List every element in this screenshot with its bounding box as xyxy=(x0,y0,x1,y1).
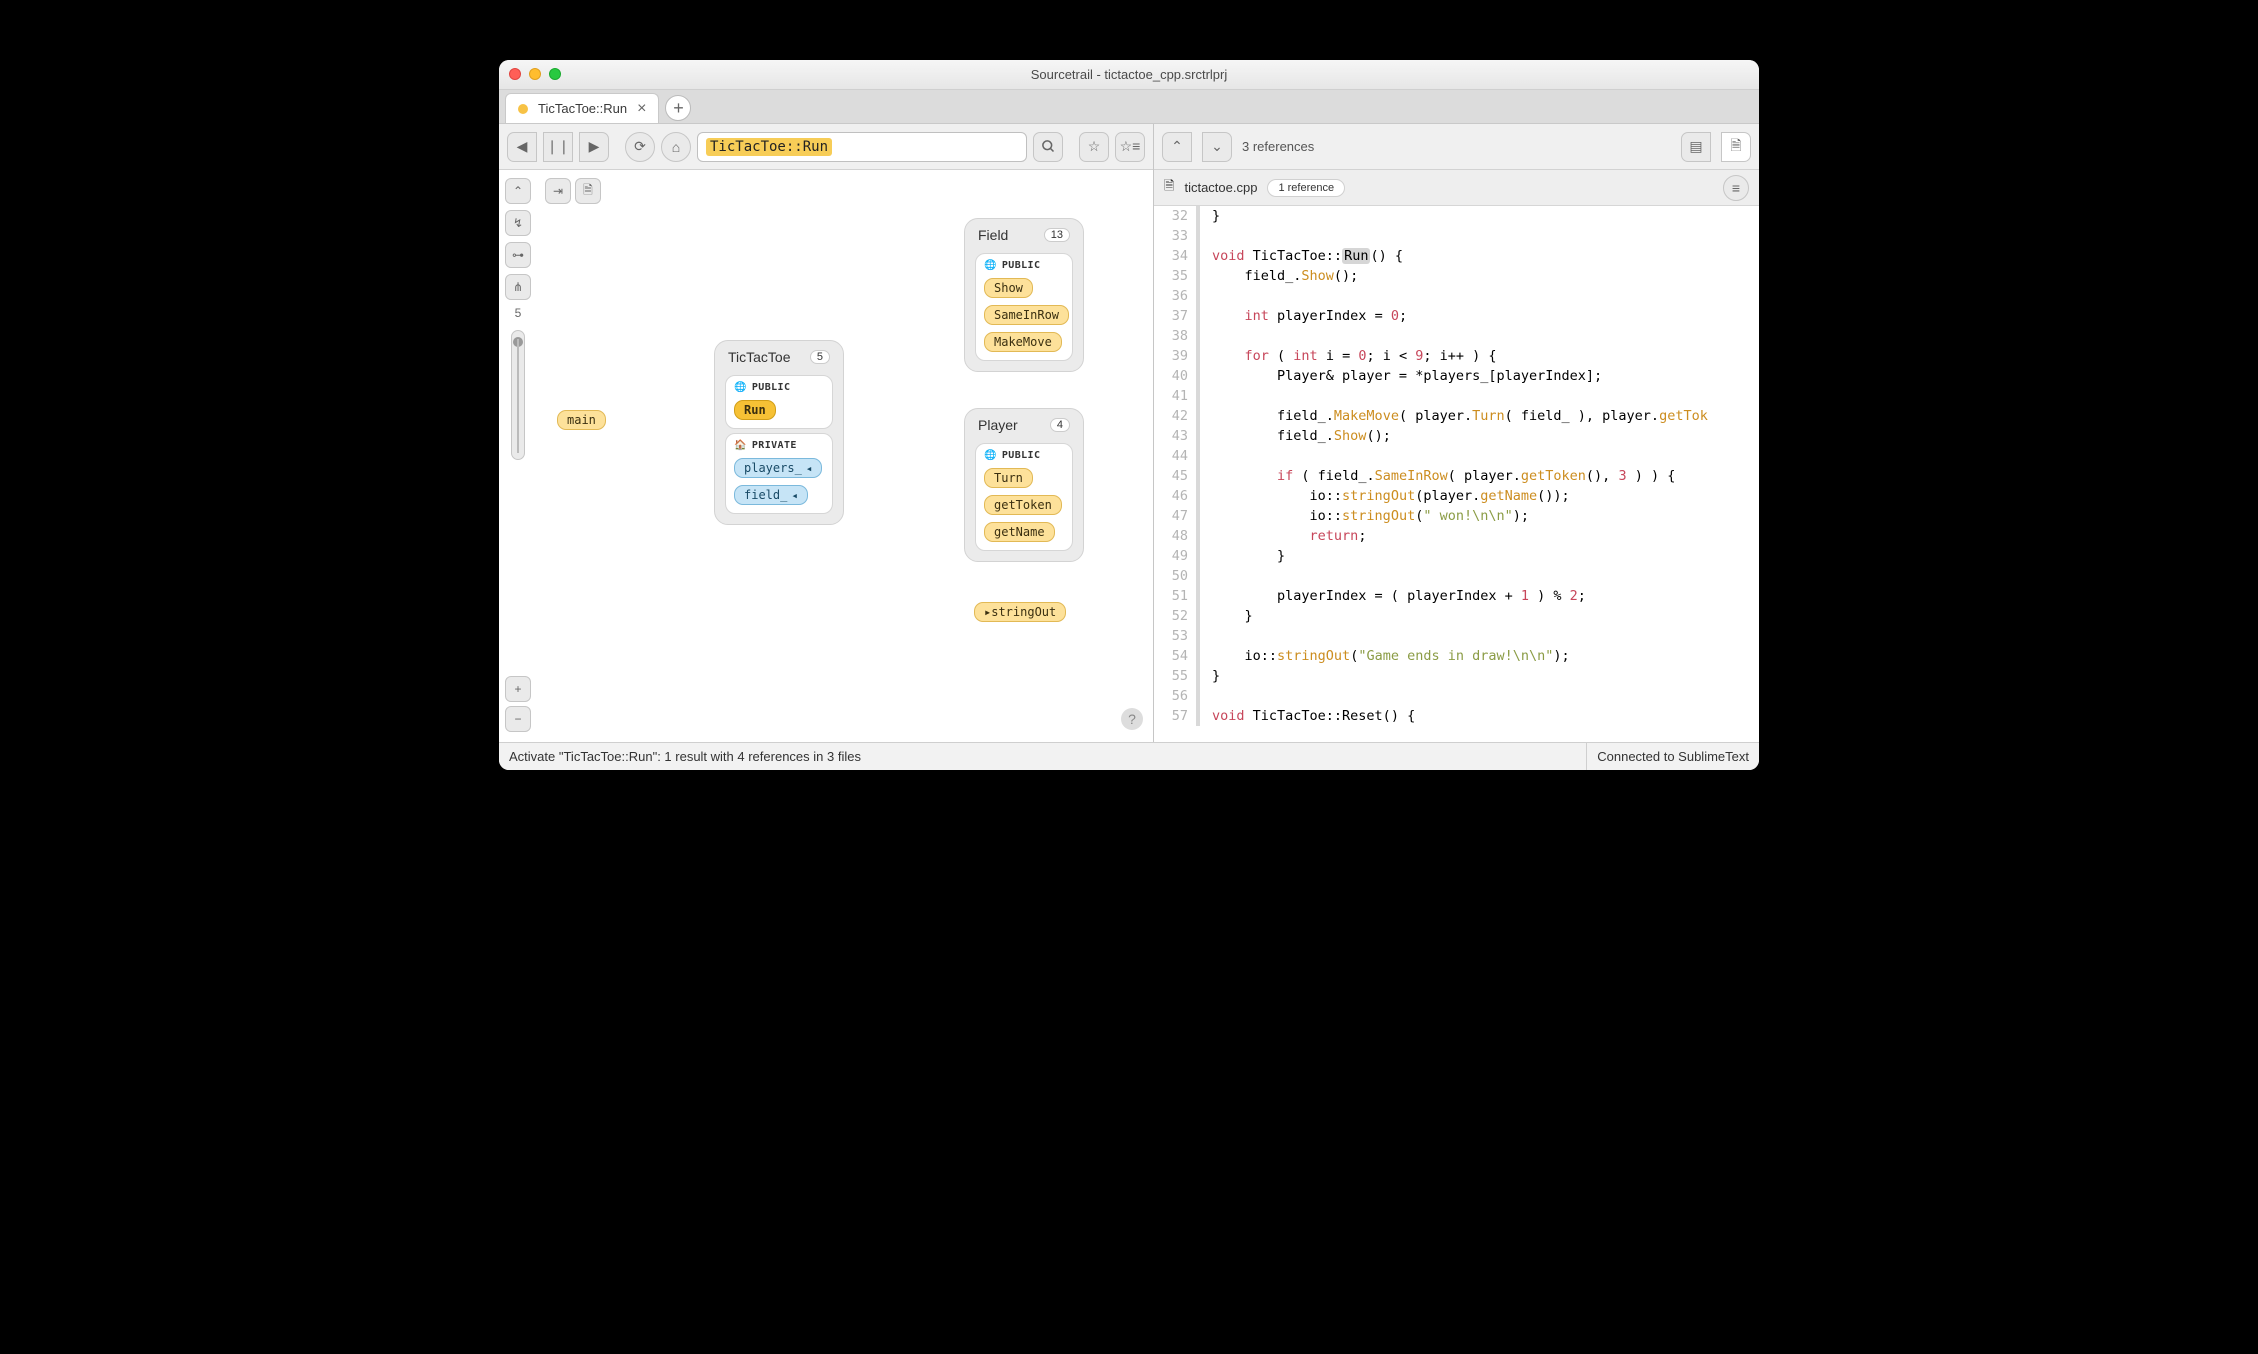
search-value: TicTacToe::Run xyxy=(706,138,832,156)
chip-show[interactable]: Show xyxy=(984,278,1033,298)
depth-slider[interactable] xyxy=(511,330,525,460)
chip-stringout[interactable]: ▸stringOut xyxy=(974,602,1066,622)
layout-graph-icon[interactable]: ⋔ xyxy=(505,274,531,300)
nav-forward-button[interactable]: ▶ xyxy=(579,132,609,162)
tab-title: TicTacToe::Run xyxy=(538,101,627,116)
node-player-title: Player xyxy=(978,417,1018,433)
node-field-title: Field xyxy=(978,227,1008,243)
layout-route-icon[interactable]: ↯ xyxy=(505,210,531,236)
node-player-count: 4 xyxy=(1050,418,1070,432)
traffic-lights xyxy=(509,68,561,80)
node-tictactoe[interactable]: TicTacToe 5 🌐 PUBLIC Run 🏠 PRIVATE players… xyxy=(714,340,844,525)
titlebar: Sourcetrail - tictactoe_cpp.srctrlprj xyxy=(499,60,1759,90)
graph-sidebar: ⌃ ↯ ⊶ ⋔ 5 xyxy=(505,178,531,460)
close-tab-button[interactable]: × xyxy=(637,100,646,118)
public-label: PUBLIC xyxy=(1002,450,1041,461)
prev-reference-button[interactable]: ⌃ xyxy=(1162,132,1192,162)
body: ◀ ❘❘ ▶ ⟳ ⌂ TicTacToe::Run ☆ ☆≡ ⌃ xyxy=(499,124,1759,742)
zoom-in-button[interactable]: + xyxy=(505,676,531,702)
node-field-count: 13 xyxy=(1044,228,1070,242)
public-label: PUBLIC xyxy=(752,382,791,393)
node-field[interactable]: Field 13 🌐 PUBLIC Show SameInRow MakeMove xyxy=(964,218,1084,372)
close-window-button[interactable] xyxy=(509,68,521,80)
chip-players[interactable]: players_◂ xyxy=(734,458,822,478)
chip-run[interactable]: Run xyxy=(734,400,776,420)
bookmarks-list-button[interactable]: ☆≡ xyxy=(1115,132,1145,162)
chip-makemove[interactable]: MakeMove xyxy=(984,332,1062,352)
search-input[interactable]: TicTacToe::Run xyxy=(697,132,1027,162)
window-title: Sourcetrail - tictactoe_cpp.srctrlprj xyxy=(499,67,1759,82)
left-toolbar: ◀ ❘❘ ▶ ⟳ ⌂ TicTacToe::Run ☆ ☆≡ xyxy=(499,124,1153,170)
file-name[interactable]: tictactoe.cpp xyxy=(1184,180,1257,195)
app-window: Sourcetrail - tictactoe_cpp.srctrlprj Ti… xyxy=(499,60,1759,770)
code-view[interactable]: 32}3334void TicTacToe::Run() {35 field_.… xyxy=(1154,206,1759,742)
file-refs-badge: 1 reference xyxy=(1267,179,1345,197)
globe-icon: 🌐 xyxy=(984,260,997,271)
status-bar: Activate "TicTacToe::Run": 1 result with… xyxy=(499,742,1759,770)
code-panel: ⌃ ⌄ 3 references ▤ 🗎 🗎 tictactoe.cpp 1 r… xyxy=(1154,124,1759,742)
expand-up-button[interactable]: ⌃ xyxy=(505,178,531,204)
node-tictactoe-count: 5 xyxy=(810,350,830,364)
next-reference-button[interactable]: ⌄ xyxy=(1202,132,1232,162)
right-toolbar: ⌃ ⌄ 3 references ▤ 🗎 xyxy=(1154,124,1759,170)
public-label: PUBLIC xyxy=(1002,260,1041,271)
export-graph-button[interactable]: ⇥ xyxy=(545,178,571,204)
chip-getname[interactable]: getName xyxy=(984,522,1055,542)
chip-turn[interactable]: Turn xyxy=(984,468,1033,488)
file-menu-button[interactable]: ≡ xyxy=(1723,175,1749,201)
globe-icon: 🌐 xyxy=(984,450,997,461)
status-right: Connected to SublimeText xyxy=(1597,749,1749,764)
private-label: PRIVATE xyxy=(752,440,797,451)
node-player[interactable]: Player 4 🌐 PUBLIC Turn getToken getName xyxy=(964,408,1084,562)
home-button[interactable]: ⌂ xyxy=(661,132,691,162)
file-bar: 🗎 tictactoe.cpp 1 reference ≡ xyxy=(1154,170,1759,206)
bookmark-button[interactable]: ☆ xyxy=(1079,132,1109,162)
tab-status-dot xyxy=(518,104,528,114)
nav-back-button[interactable]: ◀ xyxy=(507,132,537,162)
zoom-window-button[interactable] xyxy=(549,68,561,80)
chip-field[interactable]: field_◂ xyxy=(734,485,808,505)
reference-count: 3 references xyxy=(1242,139,1314,154)
file-view-button[interactable]: 🗎 xyxy=(575,178,601,204)
globe-icon: 🌐 xyxy=(734,382,747,393)
status-left: Activate "TicTacToe::Run": 1 result with… xyxy=(509,749,861,764)
house-icon: 🏠 xyxy=(734,440,747,451)
search-button[interactable] xyxy=(1033,132,1063,162)
zoom-level-label: 5 xyxy=(515,306,522,320)
refresh-button[interactable]: ⟳ xyxy=(625,132,655,162)
graph-panel: ◀ ❘❘ ▶ ⟳ ⌂ TicTacToe::Run ☆ ☆≡ ⌃ xyxy=(499,124,1154,742)
file-icon: 🗎 xyxy=(1164,177,1174,199)
node-main[interactable]: main xyxy=(557,410,606,430)
node-tictactoe-title: TicTacToe xyxy=(728,349,791,365)
layout-tree-icon[interactable]: ⊶ xyxy=(505,242,531,268)
snippet-mode-button[interactable]: ▤ xyxy=(1681,132,1711,162)
graph-area[interactable]: ⌃ ↯ ⊶ ⋔ 5 ⇥ 🗎 + − ? xyxy=(499,170,1153,742)
chip-gettoken[interactable]: getToken xyxy=(984,495,1062,515)
history-button[interactable]: ❘❘ xyxy=(543,132,573,162)
new-tab-button[interactable]: + xyxy=(665,95,691,121)
zoom-out-button[interactable]: − xyxy=(505,706,531,732)
help-button[interactable]: ? xyxy=(1121,708,1143,730)
chip-sameinrow[interactable]: SameInRow xyxy=(984,305,1069,325)
file-mode-button[interactable]: 🗎 xyxy=(1721,132,1751,162)
minimize-window-button[interactable] xyxy=(529,68,541,80)
tab-tictactoe-run[interactable]: TicTacToe::Run × xyxy=(505,93,659,123)
tabbar: TicTacToe::Run × + xyxy=(499,90,1759,124)
